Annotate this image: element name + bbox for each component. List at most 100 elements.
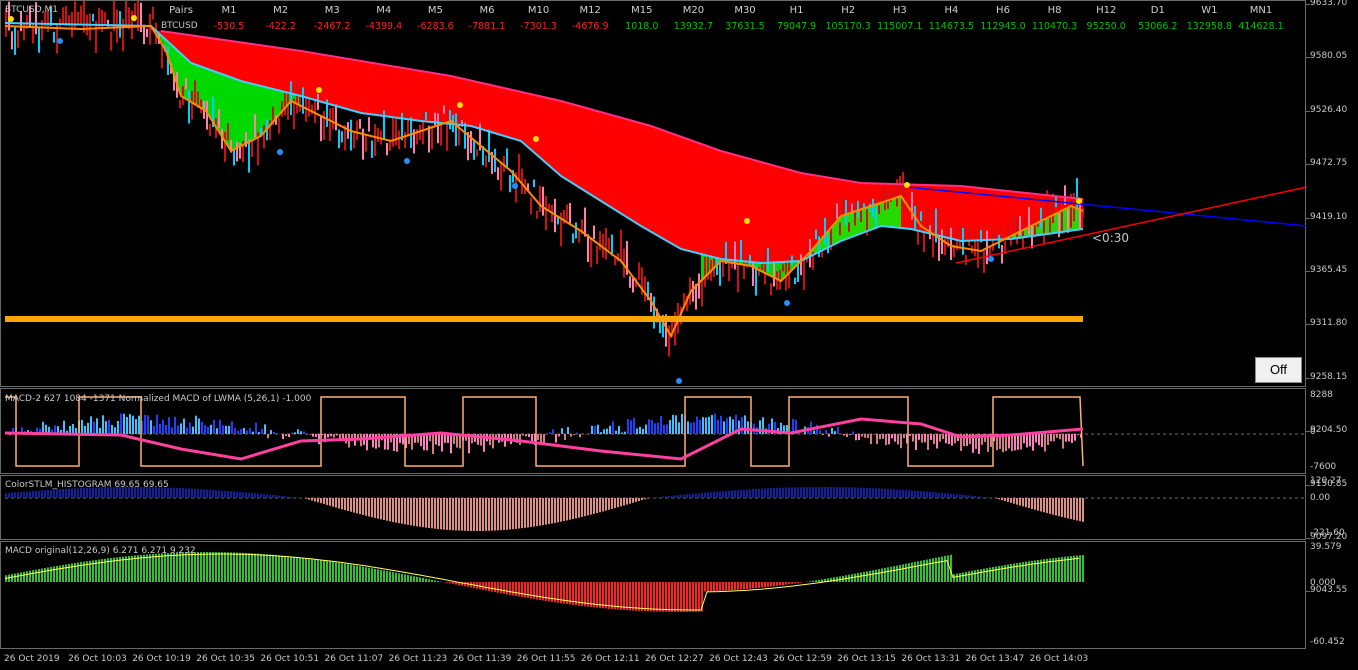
- stlm-histogram-bar: [776, 487, 778, 498]
- macd-histogram-bar: [194, 552, 196, 582]
- macd-histogram-bar: [125, 556, 127, 582]
- stlm-histogram-bar: [572, 498, 574, 520]
- candle: [731, 248, 733, 269]
- macd-histogram-bar: [14, 573, 16, 582]
- macd2-histogram-bar: [681, 413, 683, 434]
- macd-histogram-bar: [1007, 564, 1009, 582]
- candle: [62, 7, 64, 25]
- macd-histogram-bar: [704, 582, 706, 592]
- stlm-histogram-bar: [65, 488, 67, 498]
- stlm-histogram-bar: [1043, 498, 1045, 513]
- candle: [719, 261, 721, 286]
- stlm-histogram-bar: [278, 495, 280, 498]
- macd2-histogram-bar: [666, 424, 668, 434]
- macd-histogram-bar: [926, 559, 928, 582]
- stlm-histogram-bar: [419, 498, 421, 527]
- candle: [548, 203, 550, 210]
- macd2-histogram-bar: [1032, 434, 1034, 451]
- macd2-histogram-bar: [261, 428, 263, 434]
- macd-histogram-bar: [761, 582, 763, 588]
- macd2-histogram-bar: [915, 434, 917, 451]
- stlm-histogram-bar: [392, 498, 394, 522]
- macd2-histogram-bar: [1077, 434, 1079, 436]
- timeframe-m5: M5: [427, 5, 443, 16]
- macd-histogram-bar: [191, 552, 193, 582]
- stlm-histogram-bar: [56, 489, 58, 498]
- candle: [182, 86, 184, 105]
- macd2-histogram-bar: [699, 419, 701, 434]
- macd-histogram-bar: [965, 571, 967, 582]
- stlm-histogram-bar: [878, 488, 880, 498]
- macd2-histogram-bar: [531, 434, 533, 442]
- macd2-histogram-bar: [702, 417, 704, 434]
- stlm-histogram-bar: [656, 497, 658, 498]
- candle: [941, 229, 943, 255]
- stlm-histogram-bar: [260, 493, 262, 498]
- macd-histogram-bar: [449, 582, 451, 584]
- macd-histogram-bar: [185, 552, 187, 582]
- macd2-histogram-bar: [819, 430, 821, 434]
- stlm-histogram-bar: [344, 498, 346, 511]
- macd-histogram-bar: [797, 582, 799, 584]
- stlm-histogram-bar: [974, 496, 976, 498]
- macd-histogram-bar: [599, 582, 601, 608]
- macd2-histogram-bar: [654, 423, 656, 434]
- macd-histogram-bar: [932, 558, 934, 582]
- price-chart-canvas[interactable]: [1, 1, 1307, 388]
- macd2-histogram-bar: [225, 425, 227, 434]
- macd-histogram-bar: [146, 554, 148, 582]
- candle: [995, 228, 997, 240]
- macd2-histogram-bar: [1044, 434, 1046, 452]
- macd-histogram-bar: [419, 577, 421, 582]
- macd2-histogram-bar: [252, 431, 254, 434]
- macd-histogram-bar: [353, 565, 355, 582]
- macd2-pane[interactable]: MACD-2 627 1084 -1371 Normalized MACD of…: [0, 388, 1307, 474]
- macd2-histogram-bar: [1071, 434, 1073, 443]
- stlm-histogram-bar: [686, 494, 688, 498]
- price-axis[interactable]: 9633.70 9580.05 9526.40 9472.75 9419.10 9365.…: [1306, 0, 1358, 595]
- stlm-pane[interactable]: ColorSTLM_HISTOGRAM 69.65 69.65: [0, 475, 1307, 540]
- candle: [881, 189, 883, 201]
- macd2-histogram-bar: [858, 434, 860, 441]
- macd2-histogram-bar: [231, 421, 233, 434]
- stlm-histogram-bar: [428, 498, 430, 528]
- macd-histogram-bar: [11, 574, 13, 582]
- stlm-histogram-bar: [932, 492, 934, 498]
- macd2-histogram-bar: [111, 424, 113, 434]
- stlm-histogram-bar: [548, 498, 550, 525]
- off-button[interactable]: Off: [1255, 357, 1302, 383]
- macd2-histogram-bar: [864, 434, 866, 438]
- stlm-histogram-bar: [692, 493, 694, 498]
- candle: [794, 277, 796, 285]
- stlm-histogram-bar: [554, 498, 556, 523]
- stlm-histogram-bar: [935, 492, 937, 498]
- candle: [407, 106, 409, 137]
- stlm-histogram-bar: [551, 498, 553, 524]
- stlm-histogram-bar: [719, 491, 721, 498]
- macd2-histogram-bar: [207, 426, 209, 434]
- macd-title: MACD original(12,26,9) 6.271 6.271 9.232: [5, 546, 196, 556]
- stlm-histogram-bar: [176, 487, 178, 498]
- macd-histogram-bar: [293, 556, 295, 582]
- stlm-histogram-bar: [1028, 498, 1030, 509]
- macd2-histogram-bar: [555, 434, 557, 443]
- stlm-histogram-bar: [620, 498, 622, 507]
- stlm-histogram-bar: [722, 491, 724, 498]
- macd-pane[interactable]: MACD original(12,26,9) 6.271 6.271 9.232: [0, 541, 1306, 649]
- candle: [110, 31, 112, 51]
- macd2-histogram-bar: [1050, 434, 1052, 442]
- macd-histogram-bar: [653, 582, 655, 612]
- macd-histogram-bar: [1004, 564, 1006, 582]
- stlm-histogram-bar: [1076, 498, 1078, 521]
- macd-histogram-bar: [617, 582, 619, 610]
- stlm-histogram-bar: [875, 488, 877, 498]
- stlm-histogram-bar: [797, 487, 799, 498]
- candle: [65, 5, 67, 27]
- macd-histogram-bar: [983, 568, 985, 582]
- stlm-histogram-bar: [509, 498, 511, 530]
- candle: [1025, 215, 1027, 228]
- main-price-chart[interactable]: BTCUSD,M1 BTCUSD Pairs M1 -530.5 M2 -422.2 M…: [0, 0, 1307, 388]
- stlm-histogram-bar: [311, 498, 313, 501]
- stlm-histogram-bar: [377, 498, 379, 519]
- macd-histogram-bar: [1076, 555, 1078, 582]
